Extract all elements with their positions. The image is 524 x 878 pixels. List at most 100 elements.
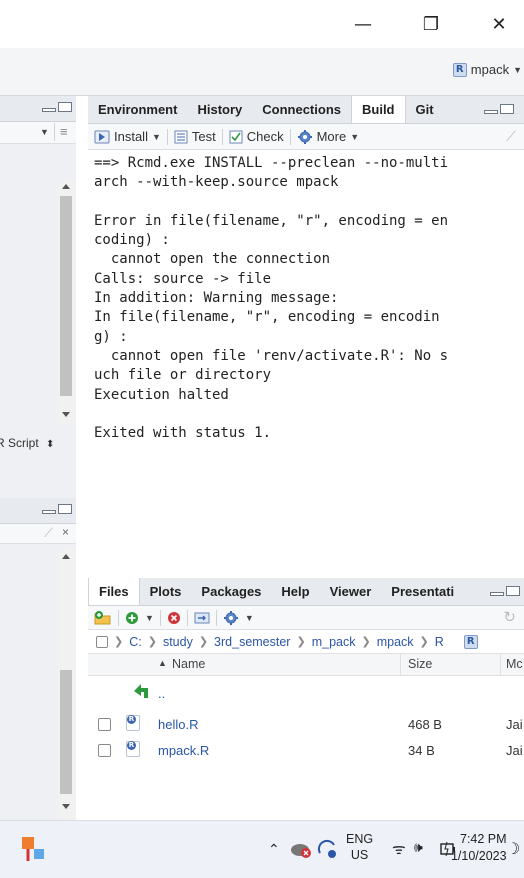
breadcrumb-m-pack[interactable]: m_pack (312, 635, 356, 649)
table-row[interactable]: hello.R 468 B Jai (88, 712, 524, 736)
tab-viewer[interactable]: Viewer (320, 578, 382, 605)
breadcrumb-c[interactable]: C: (129, 635, 142, 649)
tab-files[interactable]: Files (88, 578, 140, 605)
rename-icon[interactable] (194, 611, 210, 625)
breadcrumb-mpack[interactable]: mpack (377, 635, 414, 649)
divider (118, 609, 119, 626)
updown-icon: ⬍ (46, 439, 55, 450)
chevron-down-icon[interactable]: ▼ (245, 613, 254, 623)
tab-environment[interactable]: Environment (88, 96, 187, 123)
close-icon[interactable]: × (62, 525, 69, 539)
chevron-right-icon: ❯ (296, 636, 306, 648)
delete-icon[interactable] (167, 611, 181, 625)
wifi-icon[interactable]: ᯤ (392, 839, 406, 859)
bottom-pane-tabs: Files Plots Packages Help Viewer Present… (88, 578, 524, 606)
onedrive-error-icon[interactable] (290, 839, 312, 859)
minimize-button[interactable]: — (340, 4, 386, 44)
tab-build[interactable]: Build (351, 96, 406, 123)
scroll-up-icon[interactable] (62, 554, 70, 559)
tab-git[interactable]: Git (406, 96, 444, 123)
tab-connections[interactable]: Connections (252, 96, 351, 123)
chevron-down-icon[interactable]: ▼ (40, 127, 49, 137)
source-scrollbar[interactable] (58, 180, 74, 424)
breadcrumb: ❯ C: ❯ study ❯ 3rd_semester ❯ m_pack ❯ m… (88, 630, 524, 654)
r-project-icon: R (452, 62, 467, 77)
breadcrumb-3rd-semester[interactable]: 3rd_semester (214, 635, 290, 649)
check-button[interactable]: Check (229, 129, 284, 144)
table-row[interactable]: mpack.R 34 B Jai (88, 738, 524, 762)
refresh-icon[interactable]: ↻ (503, 608, 516, 626)
file-checkbox[interactable] (98, 744, 111, 757)
broom-icon[interactable]: ⟋ (44, 525, 53, 541)
main-toolbar: R mpack ▼ (0, 48, 524, 96)
clock[interactable]: 7:42 PM 1/10/2023 (451, 831, 507, 865)
breadcrumb-study[interactable]: study (163, 635, 193, 649)
project-menu-button[interactable]: R mpack ▼ (452, 62, 522, 77)
minimize-icon: — (354, 13, 372, 35)
chevron-up-icon[interactable]: ⌃ (268, 841, 280, 858)
sync-icon[interactable] (316, 839, 338, 859)
tab-help[interactable]: Help (271, 578, 319, 605)
scroll-down-icon[interactable] (62, 412, 70, 417)
lines-icon[interactable]: ≡ (60, 124, 68, 139)
project-name: mpack (470, 62, 510, 77)
tab-packages[interactable]: Packages (191, 578, 271, 605)
console-line: coding) : (94, 232, 170, 249)
column-name[interactable]: Name (172, 657, 205, 671)
column-modified[interactable]: Mc (506, 657, 523, 671)
input-language[interactable]: ENG US (346, 831, 373, 863)
install-button[interactable]: Install ▼ (94, 129, 161, 144)
maximize-pane-icon[interactable] (58, 504, 72, 514)
checkbox-checked-icon (229, 130, 243, 143)
divider (159, 609, 161, 626)
r-project-icon[interactable]: R (463, 634, 478, 649)
tab-history[interactable]: History (187, 96, 252, 123)
minimize-pane-icon[interactable] (490, 592, 504, 596)
chevron-right-icon: ❯ (114, 636, 124, 648)
tab-presentation[interactable]: Presentati (381, 578, 464, 605)
minimize-pane-icon[interactable] (42, 108, 56, 112)
console-pane-header (0, 498, 76, 524)
test-button[interactable]: Test (174, 129, 216, 144)
parent-directory-link[interactable]: .. (158, 686, 165, 701)
scrollbar-thumb[interactable] (60, 670, 72, 794)
close-button[interactable]: ✕ (476, 4, 522, 44)
maximize-pane-icon[interactable] (506, 586, 520, 596)
volume-icon[interactable]: 🕪 (414, 839, 423, 856)
select-all-checkbox[interactable] (96, 635, 108, 648)
file-size: 468 B (408, 716, 442, 732)
console-scrollbar[interactable] (58, 548, 74, 820)
maximize-pane-icon[interactable] (58, 102, 72, 112)
top-pane-tabs: Environment History Connections Build Gi… (88, 96, 524, 124)
tab-plots[interactable]: Plots (140, 578, 192, 605)
more-button[interactable]: More ▼ (297, 129, 359, 145)
minimize-pane-icon[interactable] (42, 510, 56, 514)
file-checkbox[interactable] (98, 718, 111, 731)
install-icon (94, 130, 110, 143)
restore-button[interactable]: ❐ (408, 4, 454, 44)
breadcrumb-r[interactable]: R (435, 635, 444, 649)
script-type-selector[interactable]: R Script ⬍ (0, 436, 76, 458)
minimize-pane-icon[interactable] (484, 110, 498, 114)
divider (500, 654, 501, 676)
scroll-down-icon[interactable] (62, 804, 70, 809)
gear-icon[interactable] (223, 610, 239, 626)
parent-directory-row[interactable]: .. (88, 680, 524, 704)
chevron-down-icon[interactable]: ▼ (145, 613, 154, 623)
console-line: uch file or directory (94, 367, 272, 384)
column-size[interactable]: Size (408, 657, 432, 671)
moon-icon[interactable]: ☽ (506, 839, 520, 859)
scroll-up-icon[interactable] (62, 184, 70, 189)
sort-ascending-icon: ▲ (158, 658, 167, 668)
snipping-tool-icon[interactable] (20, 835, 48, 865)
file-name[interactable]: mpack.R (158, 743, 209, 758)
maximize-pane-icon[interactable] (500, 104, 514, 114)
broom-icon[interactable]: ⟋ (506, 128, 516, 145)
new-folder-icon[interactable] (94, 610, 112, 626)
new-file-icon[interactable] (125, 611, 139, 625)
scrollbar-thumb[interactable] (60, 196, 72, 396)
file-name[interactable]: hello.R (158, 717, 198, 732)
console-line: cannot open file 'renv/activate.R': No s (94, 347, 449, 364)
